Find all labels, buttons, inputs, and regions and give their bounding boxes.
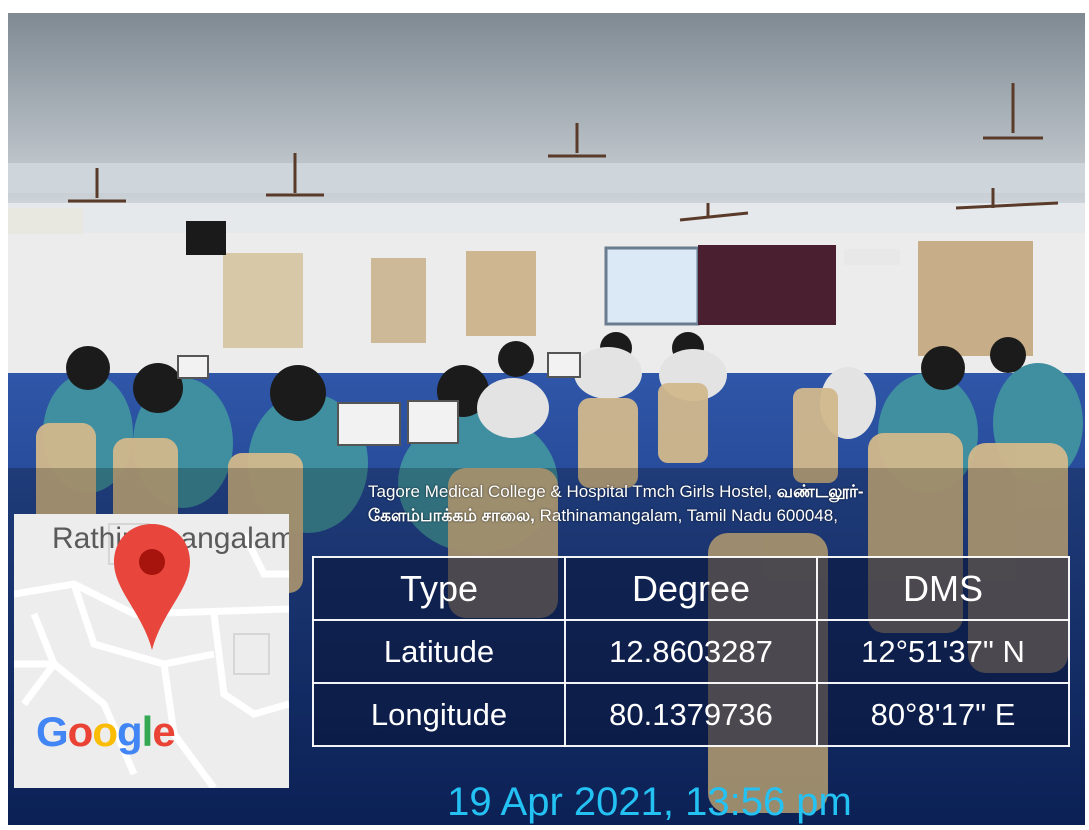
coordinates-table: Type Degree DMS Latitude 12.8603287 12°5… bbox=[312, 556, 1070, 747]
longitude-label: Longitude bbox=[312, 682, 566, 747]
address-line2: கேளம்பாக்கம் சாலை, Rathinamangalam, Tami… bbox=[368, 506, 838, 525]
longitude-degree: 80.1379736 bbox=[564, 682, 818, 747]
address-caption: Tagore Medical College & Hospital Tmch G… bbox=[368, 480, 1068, 528]
latitude-dms: 12°51'37" N bbox=[816, 619, 1070, 684]
table-header-row: Type Degree DMS bbox=[312, 556, 1070, 621]
map-thumbnail: Rathinamangalam Google bbox=[14, 514, 289, 788]
header-dms: DMS bbox=[816, 556, 1070, 621]
header-type: Type bbox=[312, 556, 566, 621]
table-row: Longitude 80.1379736 80°8'17" E bbox=[312, 682, 1070, 747]
map-pin-icon bbox=[114, 524, 190, 650]
google-logo: Google bbox=[36, 708, 176, 755]
latitude-degree: 12.8603287 bbox=[564, 619, 818, 684]
timestamp: 19 Apr 2021, 13:56 pm bbox=[447, 780, 852, 824]
address-line1: Tagore Medical College & Hospital Tmch G… bbox=[368, 482, 864, 501]
longitude-dms: 80°8'17" E bbox=[816, 682, 1070, 747]
header-degree: Degree bbox=[564, 556, 818, 621]
latitude-label: Latitude bbox=[312, 619, 566, 684]
table-row: Latitude 12.8603287 12°51'37" N bbox=[312, 619, 1070, 684]
